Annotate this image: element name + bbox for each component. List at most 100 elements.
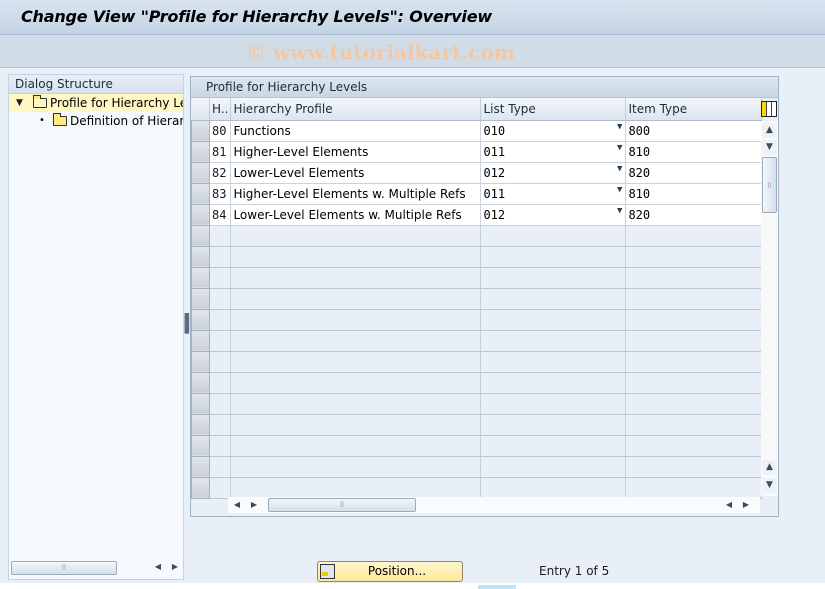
row-selector[interactable] xyxy=(191,266,210,289)
row-selector[interactable] xyxy=(191,455,210,478)
scroll-left-icon[interactable]: ◀ xyxy=(230,498,244,512)
empty-cell[interactable] xyxy=(230,246,482,268)
row-selector[interactable] xyxy=(191,392,210,415)
row-selector[interactable] xyxy=(191,476,210,499)
empty-cell[interactable] xyxy=(230,351,482,373)
select-all-cell[interactable] xyxy=(191,98,210,121)
scroll-right-icon[interactable]: ▶ xyxy=(247,498,261,512)
column-header-h[interactable]: H.. xyxy=(209,98,232,121)
empty-table-row[interactable] xyxy=(191,287,763,310)
page-up-icon[interactable]: ▲ xyxy=(762,460,777,475)
cell-hierarchy-profile[interactable]: Lower-Level Elements w. Multiple Refs xyxy=(230,204,482,226)
empty-cell[interactable] xyxy=(625,435,763,457)
empty-cell[interactable] xyxy=(480,246,627,268)
row-selector[interactable] xyxy=(191,140,210,163)
empty-cell[interactable] xyxy=(480,435,627,457)
empty-table-row[interactable] xyxy=(191,392,763,415)
dialog-horizontal-scrollbar[interactable]: ⠿ ◀ ▶ xyxy=(11,560,181,576)
scroll-thumb[interactable]: ⠿ xyxy=(11,561,117,575)
empty-table-row[interactable] xyxy=(191,308,763,331)
empty-table-row[interactable] xyxy=(191,455,763,478)
splitter-grip-icon[interactable]: ■ ■ ■ ■ ■ xyxy=(184,313,190,335)
panel-splitter[interactable]: ■ ■ ■ ■ ■ xyxy=(184,74,190,580)
empty-table-row[interactable] xyxy=(191,329,763,352)
empty-cell[interactable] xyxy=(480,456,627,478)
cell-item-type[interactable]: 820 xyxy=(625,204,763,226)
empty-cell[interactable] xyxy=(625,330,763,352)
empty-cell[interactable] xyxy=(230,435,482,457)
cell-item-type[interactable]: 800 xyxy=(625,120,763,142)
scroll-left-icon[interactable]: ◀ xyxy=(151,560,165,574)
table-row[interactable]: 82 Lower-Level Elements 012 ▼ 820 xyxy=(191,161,763,184)
empty-table-row[interactable] xyxy=(191,434,763,457)
row-selector[interactable] xyxy=(191,182,210,205)
cell-item-type[interactable]: 820 xyxy=(625,162,763,184)
scroll-thumb[interactable]: ⠿ xyxy=(762,157,777,213)
empty-cell[interactable] xyxy=(230,414,482,436)
empty-cell[interactable] xyxy=(480,267,627,289)
tree-item-definition-hierarchy[interactable]: • Definition of Hierarch xyxy=(9,112,183,130)
empty-cell[interactable] xyxy=(625,288,763,310)
table-row[interactable]: 84 Lower-Level Elements w. Multiple Refs 0… xyxy=(191,203,763,226)
empty-cell[interactable] xyxy=(625,267,763,289)
empty-cell[interactable] xyxy=(230,393,482,415)
row-selector[interactable] xyxy=(191,413,210,436)
scroll-right-end-icon[interactable]: ▶ xyxy=(739,498,753,512)
empty-cell[interactable] xyxy=(480,309,627,331)
empty-cell[interactable] xyxy=(230,330,482,352)
dropdown-arrow-icon[interactable]: ▼ xyxy=(617,206,622,216)
table-vertical-scrollbar[interactable]: ▲ ▼ ⠿ ▲ ▼ xyxy=(761,121,778,496)
empty-table-row[interactable] xyxy=(191,476,763,499)
scroll-left-end-icon[interactable]: ◀ xyxy=(722,498,736,512)
empty-cell[interactable] xyxy=(230,225,482,247)
empty-cell[interactable] xyxy=(230,267,482,289)
column-header-list-type[interactable]: List Type xyxy=(480,98,627,121)
empty-table-row[interactable] xyxy=(191,245,763,268)
column-header-item-type[interactable]: Item Type xyxy=(625,98,763,121)
scroll-down-icon[interactable]: ▼ xyxy=(762,140,777,155)
empty-table-row[interactable] xyxy=(191,266,763,289)
cell-item-type[interactable]: 810 xyxy=(625,141,763,163)
cell-item-type[interactable]: 810 xyxy=(625,183,763,205)
column-header-hierarchy-profile[interactable]: Hierarchy Profile xyxy=(230,98,482,121)
empty-cell[interactable] xyxy=(480,225,627,247)
empty-table-row[interactable] xyxy=(191,224,763,247)
cell-list-type[interactable]: 010 ▼ xyxy=(480,120,627,142)
row-selector[interactable] xyxy=(191,245,210,268)
scroll-up-icon[interactable]: ▲ xyxy=(762,123,777,138)
empty-cell[interactable] xyxy=(625,246,763,268)
empty-cell[interactable] xyxy=(230,288,482,310)
empty-cell[interactable] xyxy=(625,393,763,415)
table-horizontal-scrollbar[interactable]: ◀ ▶ ⠿ ◀ ▶ xyxy=(228,497,760,513)
row-selector[interactable] xyxy=(191,329,210,352)
row-selector[interactable] xyxy=(191,287,210,310)
cell-list-type[interactable]: 011 ▼ xyxy=(480,141,627,163)
empty-cell[interactable] xyxy=(480,288,627,310)
empty-cell[interactable] xyxy=(625,225,763,247)
empty-cell[interactable] xyxy=(625,456,763,478)
empty-cell[interactable] xyxy=(625,477,763,499)
empty-table-row[interactable] xyxy=(191,413,763,436)
empty-cell[interactable] xyxy=(480,477,627,499)
table-row[interactable]: 83 Higher-Level Elements w. Multiple Refs… xyxy=(191,182,763,205)
column-settings-icon[interactable] xyxy=(761,101,777,117)
cell-list-type[interactable]: 012 ▼ xyxy=(480,204,627,226)
empty-cell[interactable] xyxy=(625,351,763,373)
scroll-thumb[interactable]: ⠿ xyxy=(268,498,416,512)
dropdown-arrow-icon[interactable]: ▼ xyxy=(617,164,622,174)
empty-table-row[interactable] xyxy=(191,350,763,373)
expand-arrow-icon[interactable]: ▼ xyxy=(16,94,23,112)
row-selector[interactable] xyxy=(191,350,210,373)
scroll-right-icon[interactable]: ▶ xyxy=(168,560,182,574)
cell-hierarchy-profile[interactable]: Higher-Level Elements w. Multiple Refs xyxy=(230,183,482,205)
empty-cell[interactable] xyxy=(480,414,627,436)
cell-hierarchy-profile[interactable]: Lower-Level Elements xyxy=(230,162,482,184)
row-selector[interactable] xyxy=(191,434,210,457)
row-selector[interactable] xyxy=(191,203,210,226)
empty-cell[interactable] xyxy=(230,372,482,394)
row-selector[interactable] xyxy=(191,161,210,184)
row-selector[interactable] xyxy=(191,224,210,247)
table-row[interactable]: 81 Higher-Level Elements 011 ▼ 810 xyxy=(191,140,763,163)
empty-cell[interactable] xyxy=(625,372,763,394)
empty-cell[interactable] xyxy=(230,477,482,499)
